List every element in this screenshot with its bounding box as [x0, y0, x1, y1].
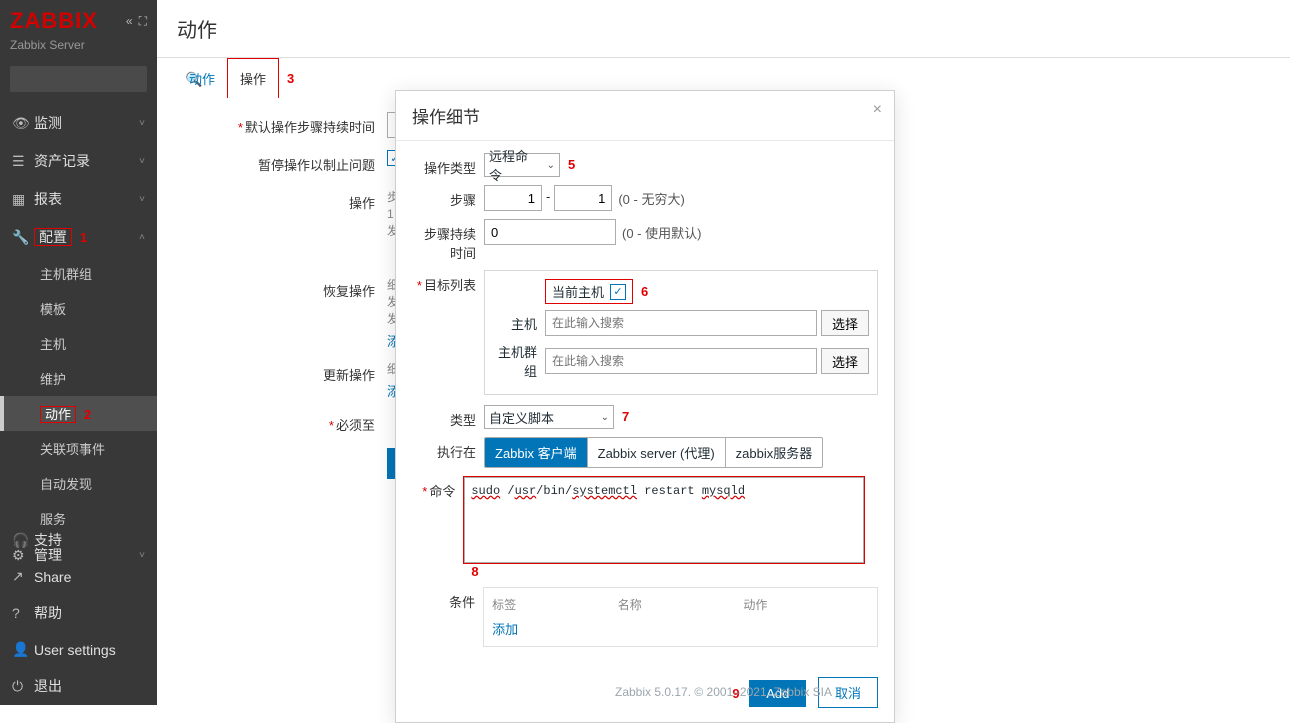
- config-submenu: 主机群组 模板 主机 维护 动作2 关联项事件 自动发现 服务: [0, 256, 157, 536]
- nav-share[interactable]: ↗Share: [0, 559, 157, 594]
- step-label: 步骤: [412, 185, 484, 209]
- annotation-7: 7: [622, 409, 629, 424]
- update-ops-label: 更新操作: [177, 360, 387, 384]
- list-icon: ☰: [12, 153, 34, 170]
- nav-help[interactable]: ?帮助: [0, 594, 157, 632]
- step-from-input[interactable]: [484, 185, 542, 211]
- operation-detail-modal: 操作细节 × 操作类型 远程命令⌄ 5 步骤 - (0 - 无穷大) 步骤持续时…: [395, 90, 895, 723]
- sub-maintenance[interactable]: 维护: [0, 361, 157, 396]
- exec-segment: Zabbix 客户端 Zabbix server (代理) zabbix服务器: [484, 437, 823, 468]
- cond-label: 条件: [412, 587, 483, 611]
- sub-hostgroups[interactable]: 主机群组: [0, 256, 157, 291]
- seg-server[interactable]: zabbix服务器: [725, 438, 823, 467]
- logo-row: ZABBIX « ⛶: [0, 0, 157, 38]
- search-box[interactable]: 🔍: [10, 66, 147, 92]
- nav-user-settings[interactable]: 👤User settings: [0, 632, 157, 667]
- seg-proxy[interactable]: Zabbix server (代理): [587, 438, 725, 467]
- operations-label: 操作: [177, 188, 387, 212]
- bottom-nav: 🎧支持 ↗Share ?帮助 👤User settings ⏻退出: [0, 521, 157, 705]
- current-host-check[interactable]: 当前主机 ✓: [545, 279, 633, 304]
- sub-discovery[interactable]: 自动发现: [0, 466, 157, 501]
- cond-add-link[interactable]: 添加: [492, 619, 869, 638]
- default-step-label: *默认操作步骤持续时间: [177, 112, 387, 136]
- annotation-6: 6: [641, 284, 648, 299]
- eye-icon: 👁: [12, 115, 34, 132]
- help-icon: ?: [12, 605, 34, 621]
- logo[interactable]: ZABBIX: [10, 8, 126, 34]
- nav-monitor[interactable]: 👁监测˅: [0, 104, 157, 142]
- nav-reports[interactable]: ▦报表˅: [0, 180, 157, 218]
- annotation-8: 8: [471, 564, 478, 579]
- step-dur-hint: (0 - 使用默认): [616, 219, 701, 242]
- tab-action[interactable]: 动作: [177, 59, 227, 98]
- restore-ops-label: 恢复操作: [177, 276, 387, 300]
- must-label: *必须至: [177, 410, 387, 434]
- share-icon: ↗: [12, 568, 34, 585]
- tab-operation[interactable]: 操作: [227, 58, 279, 98]
- host-select-button[interactable]: 选择: [821, 310, 869, 336]
- cmd-textarea[interactable]: sudo /usr/bin/systemctl restart mysqld: [464, 477, 864, 563]
- chart-icon: ▦: [12, 191, 34, 208]
- exec-label: 执行在: [412, 437, 484, 461]
- hostgroup-search-input[interactable]: [545, 348, 817, 374]
- target-label: *目标列表: [412, 270, 484, 294]
- chevron-down-icon: ⌄: [541, 160, 555, 171]
- chevron-down-icon: ˅: [139, 118, 145, 129]
- host-search-input[interactable]: [545, 310, 817, 336]
- sidebar: ZABBIX « ⛶ Zabbix Server 🔍 👁监测˅ ☰资产记录˅ ▦…: [0, 0, 157, 705]
- fullscreen-icon[interactable]: ⛶: [139, 14, 147, 29]
- sub-actions[interactable]: 动作2: [0, 396, 157, 431]
- condition-box: 标签 名称 动作 添加: [483, 587, 878, 647]
- nav-config[interactable]: 🔧配置1˄: [0, 218, 157, 256]
- chevron-up-icon: ˄: [139, 232, 145, 243]
- hostgroup-label: 主机群组: [493, 342, 545, 380]
- footer-link[interactable]: Zabbix SIA: [773, 685, 832, 699]
- cond-h1: 标签: [492, 596, 618, 613]
- step-to-input[interactable]: [554, 185, 612, 211]
- nav-assets[interactable]: ☰资产记录˅: [0, 142, 157, 180]
- target-list: 当前主机 ✓ 6 主机 选择 主机群组 选择: [484, 270, 878, 395]
- search-input[interactable]: [10, 72, 177, 86]
- cond-h2: 名称: [618, 596, 744, 613]
- nav-logout[interactable]: ⏻退出: [0, 667, 157, 705]
- annotation-5: 5: [568, 157, 575, 172]
- sub-templates[interactable]: 模板: [0, 291, 157, 326]
- collapse-icon[interactable]: «: [126, 14, 133, 28]
- wrench-icon: 🔧: [12, 229, 34, 246]
- modal-title: 操作细节 ×: [396, 91, 894, 141]
- page-title: 动作: [157, 0, 1290, 57]
- type-select[interactable]: 自定义脚本⌄: [484, 405, 614, 429]
- power-icon: ⏻: [12, 678, 34, 695]
- chevron-down-icon: ˅: [139, 156, 145, 167]
- annotation-3: 3: [287, 71, 294, 86]
- chevron-down-icon: ⌄: [595, 412, 609, 423]
- footer: Zabbix 5.0.17. © 2001–2021, Zabbix SIA: [157, 685, 1290, 699]
- user-icon: 👤: [12, 641, 34, 658]
- op-type-label: 操作类型: [412, 153, 484, 177]
- nav: 👁监测˅ ☰资产记录˅ ▦报表˅ 🔧配置1˄ 主机群组 模板 主机 维护 动作2…: [0, 104, 157, 574]
- close-icon[interactable]: ×: [873, 101, 882, 119]
- sub-correlation[interactable]: 关联项事件: [0, 431, 157, 466]
- op-type-select[interactable]: 远程命令⌄: [484, 153, 560, 177]
- step-dur-label: 步骤持续时间: [412, 219, 484, 262]
- cmd-label: *命令: [412, 476, 463, 500]
- pause-label: 暂停操作以制止问题: [177, 150, 387, 174]
- current-host-checkbox[interactable]: ✓: [610, 284, 626, 300]
- hostgroup-select-button[interactable]: 选择: [821, 348, 869, 374]
- nav-support[interactable]: 🎧支持: [0, 521, 157, 559]
- server-name: Zabbix Server: [0, 38, 157, 60]
- type-label: 类型: [412, 405, 484, 429]
- cond-h3: 动作: [743, 596, 869, 613]
- chevron-down-icon: ˅: [139, 194, 145, 205]
- step-hint: (0 - 无穷大): [612, 185, 684, 208]
- sub-hosts[interactable]: 主机: [0, 326, 157, 361]
- step-dur-input[interactable]: [484, 219, 616, 245]
- seg-agent[interactable]: Zabbix 客户端: [485, 438, 587, 467]
- headset-icon: 🎧: [12, 532, 34, 549]
- host-label: 主机: [493, 314, 545, 333]
